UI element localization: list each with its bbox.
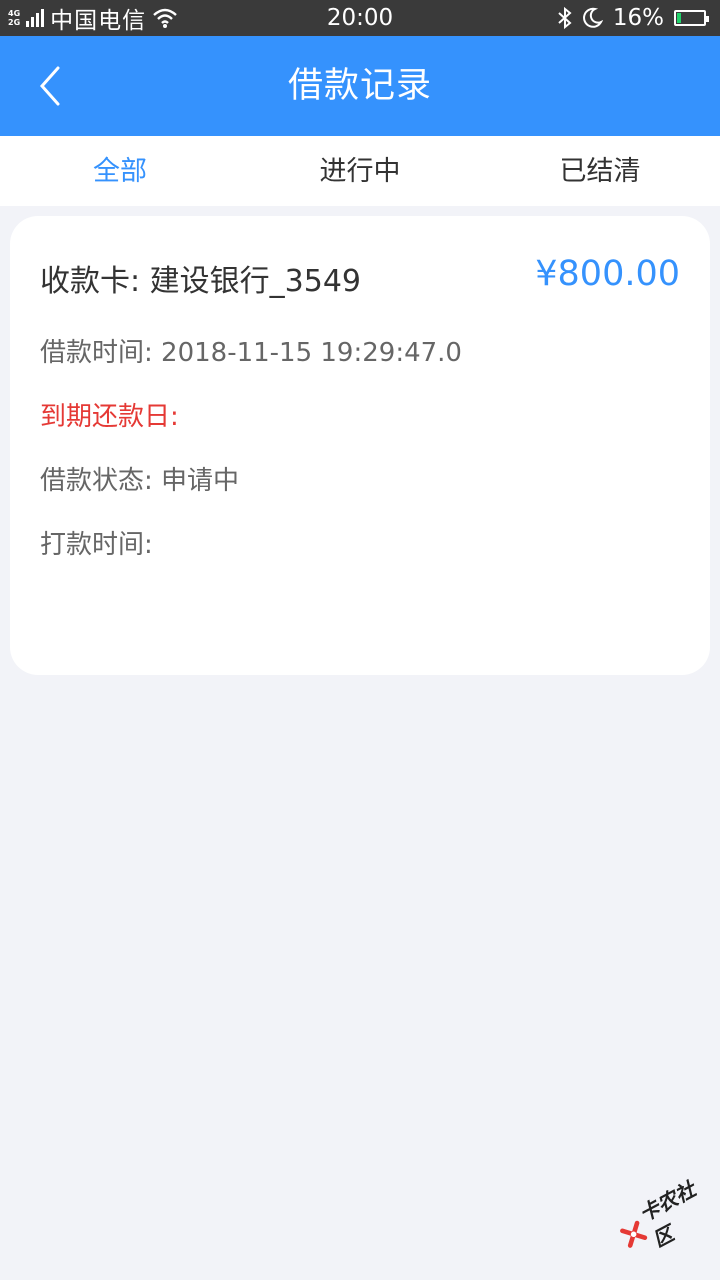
status-bar: 4G 2G 中国电信 20:00 16% [0, 0, 720, 36]
bluetooth-icon [558, 6, 572, 30]
watermark: 卡农社区 [609, 1164, 720, 1267]
moon-icon [582, 7, 603, 28]
tab-settled[interactable]: 已结清 [480, 136, 720, 206]
loan-amount: ¥800.00 [535, 254, 680, 294]
battery-percent: 16% [612, 5, 664, 31]
battery-fill [677, 13, 681, 23]
loan-record-card[interactable]: 收款卡: 建设银行_3549 ¥800.00 借款时间: 2018-11-15 … [10, 216, 710, 675]
battery-tip [706, 16, 709, 22]
due-date: 到期还款日: [40, 402, 179, 432]
payment-time: 打款时间: [40, 530, 153, 560]
status-right: 16% [557, 0, 709, 36]
tab-all[interactable]: 全部 [0, 136, 240, 206]
tab-in-progress[interactable]: 进行中 [240, 136, 480, 206]
page-title: 借款记录 [287, 66, 432, 106]
loan-status: 借款状态: 申请中 [40, 466, 240, 496]
battery-icon [674, 10, 709, 26]
loan-time: 借款时间: 2018-11-15 19:29:47.0 [40, 338, 462, 368]
nav-bar: 借款记录 [0, 36, 720, 136]
receiving-card: 收款卡: 建设银行_3549 [40, 264, 361, 299]
tab-bar: 全部 进行中 已结清 [0, 136, 720, 206]
